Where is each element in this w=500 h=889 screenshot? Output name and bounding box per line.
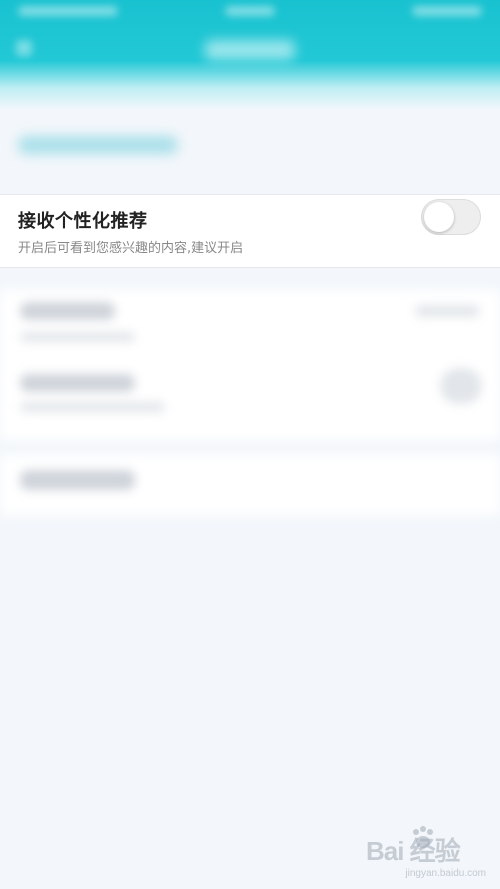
status-bar-left-blurred xyxy=(18,6,118,16)
status-bar-right-blurred xyxy=(412,6,482,16)
blurred-text xyxy=(20,332,135,342)
toggle-knob xyxy=(424,202,454,232)
blurred-text xyxy=(415,305,480,317)
back-arrow-icon[interactable] xyxy=(16,40,32,56)
baidu-paw-icon xyxy=(413,826,433,848)
blurred-toggle xyxy=(440,368,482,404)
blurred-text xyxy=(20,302,115,320)
blurred-text xyxy=(20,470,135,490)
watermark-url: jingyan.baidu.com xyxy=(405,868,486,879)
setting-description: 开启后可看到您感兴趣的内容,建议开启 xyxy=(18,241,244,256)
status-bar-time-blurred xyxy=(225,6,275,16)
status-bar xyxy=(0,0,500,24)
blurred-text xyxy=(20,402,165,412)
blurred-text xyxy=(20,374,135,392)
baidu-jingyan-watermark: Bai 经验 jingyan.baidu.com xyxy=(366,823,486,879)
personalized-recommendation-toggle[interactable] xyxy=(421,199,481,235)
blurred-header xyxy=(0,0,500,110)
setting-title: 接收个性化推荐 xyxy=(18,211,148,232)
section-label-blurred xyxy=(18,136,178,154)
page-title-blurred xyxy=(205,40,295,60)
